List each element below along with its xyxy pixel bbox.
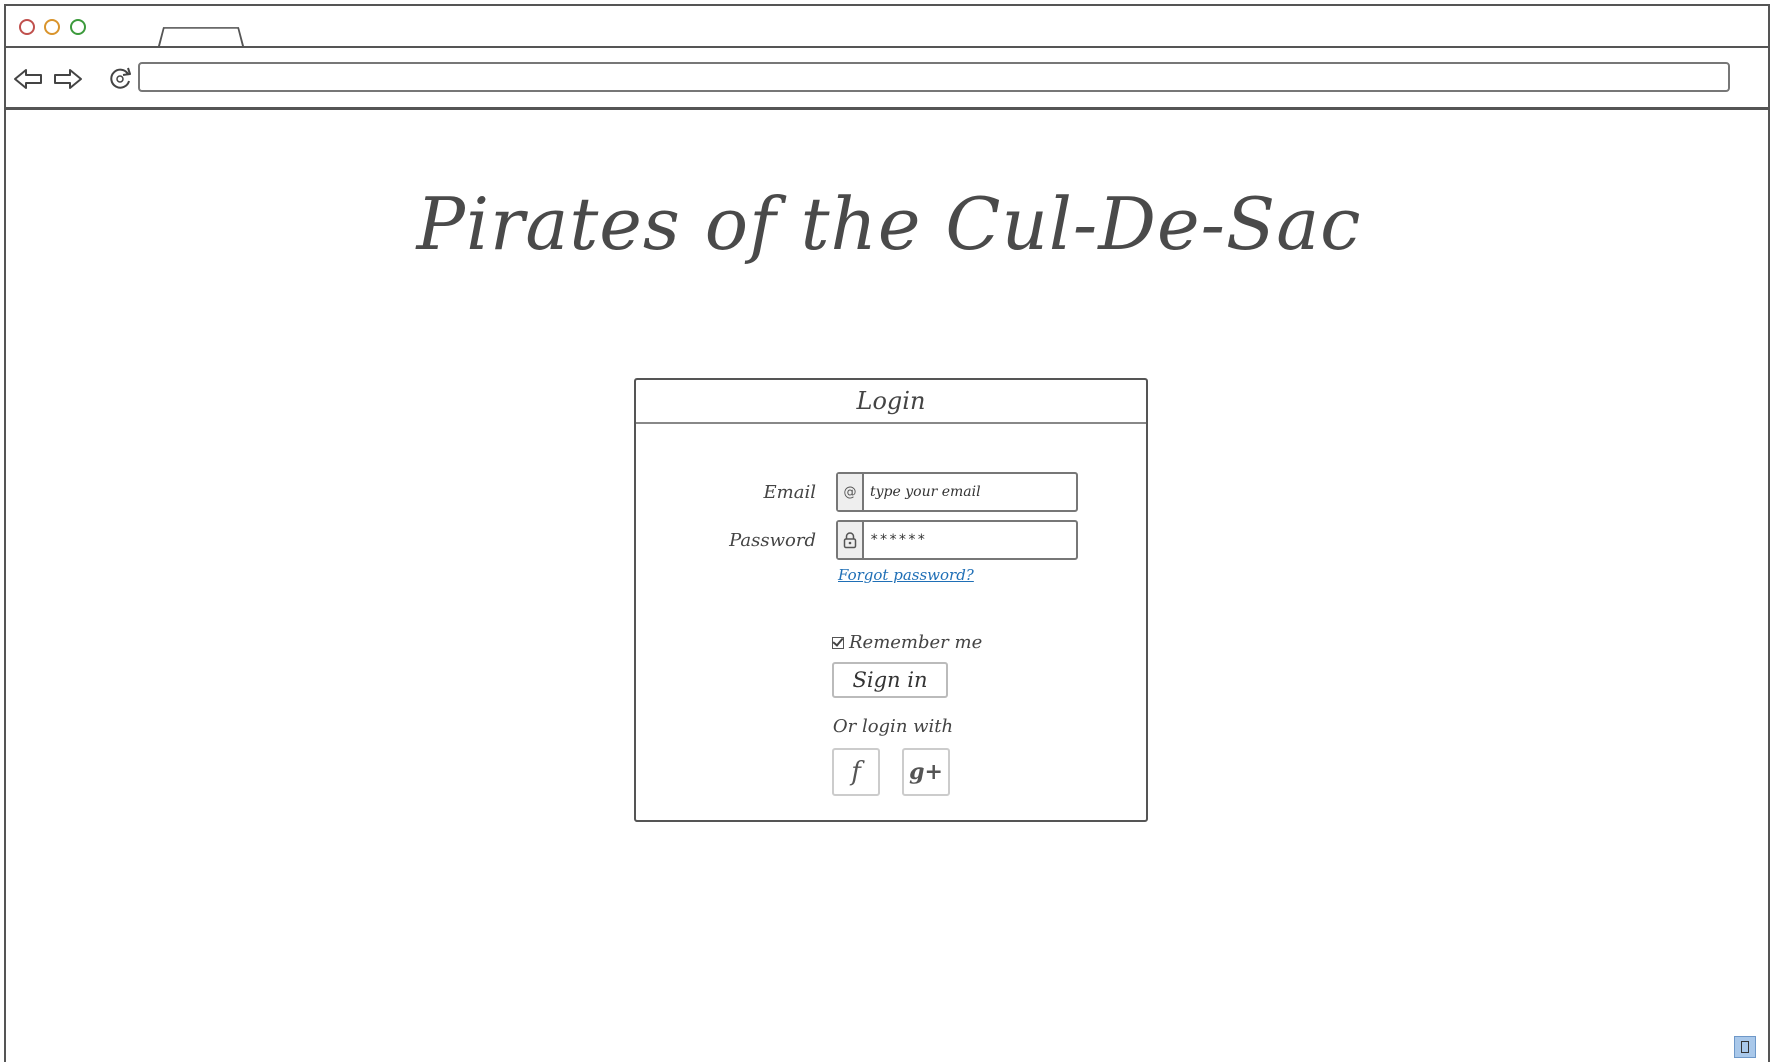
reload-icon-svg — [110, 67, 131, 89]
email-input[interactable] — [864, 474, 1076, 510]
or-login-with-text: Or login with — [832, 716, 954, 737]
password-label: Password — [729, 530, 816, 551]
lock-icon-svg — [843, 532, 857, 549]
back-arrow-icon-svg — [14, 69, 42, 89]
email-label: Email — [763, 482, 816, 503]
remember-me-label: Remember me — [849, 632, 983, 653]
remember-me-row: Remember me — [832, 632, 982, 653]
maximize-window-button[interactable] — [70, 19, 86, 35]
close-window-button[interactable] — [19, 19, 35, 35]
page-title: Pirates of the Cul-De-Sac — [416, 182, 1362, 266]
page: Pirates of the Cul-De-Sac Login Email @ … — [0, 0, 1778, 1064]
password-input-group — [836, 520, 1078, 560]
sign-in-button[interactable]: Sign in — [832, 662, 948, 698]
forward-arrow-icon[interactable] — [52, 64, 84, 94]
facebook-login-button[interactable]: f — [832, 748, 880, 796]
mobile-view-icon[interactable] — [1734, 1036, 1756, 1058]
address-bar[interactable] — [138, 62, 1730, 92]
login-panel-header: Login — [636, 380, 1146, 424]
back-arrow-icon[interactable] — [12, 64, 44, 94]
login-panel: Login Email @ Password Forgot password? — [634, 378, 1148, 822]
browser-titlebar — [6, 6, 1768, 48]
facebook-icon: f — [851, 757, 861, 787]
browser-toolbar — [6, 48, 1768, 110]
forgot-password-link[interactable]: Forgot password? — [838, 566, 974, 584]
email-input-group: @ — [836, 472, 1078, 512]
reload-icon[interactable] — [104, 64, 136, 94]
google-plus-login-button[interactable]: g+ — [902, 748, 950, 796]
remember-me-checkbox[interactable] — [832, 636, 844, 649]
browser-window: Pirates of the Cul-De-Sac Login Email @ … — [4, 4, 1770, 1062]
lock-icon — [838, 522, 864, 558]
browser-tab[interactable] — [158, 27, 244, 46]
password-input[interactable] — [864, 522, 1076, 558]
minimize-window-button[interactable] — [44, 19, 60, 35]
forward-arrow-icon-svg — [54, 69, 82, 89]
at-icon: @ — [838, 474, 864, 510]
google-plus-icon: g+ — [909, 759, 943, 785]
